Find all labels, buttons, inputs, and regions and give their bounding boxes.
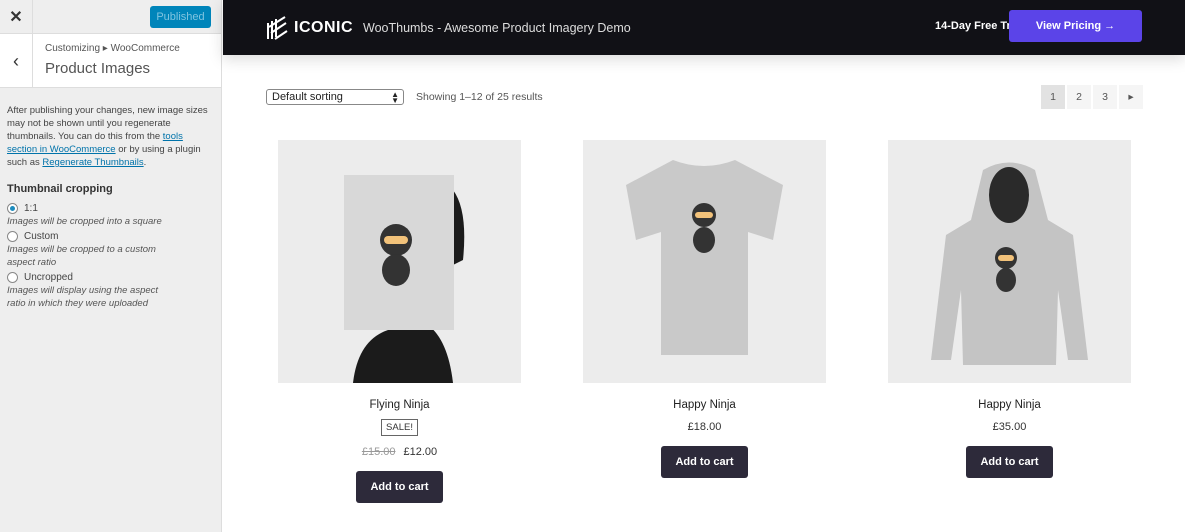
option-uncropped[interactable]: Uncropped	[7, 271, 214, 284]
notice: After publishing your changes, new image…	[7, 104, 214, 169]
site-title: WooThumbs - Awesome Product Imagery Demo	[363, 21, 631, 35]
view-pricing-button[interactable]: View Pricing →	[1009, 10, 1142, 42]
product-price: £35.00	[992, 421, 1027, 433]
add-to-cart-button[interactable]: Add to cart	[356, 471, 443, 503]
radio-button[interactable]	[7, 272, 18, 283]
sidebar-top-bar: ✕ Published	[0, 0, 221, 34]
radio-button[interactable]	[7, 203, 18, 214]
add-to-cart-button[interactable]: Add to cart	[966, 446, 1053, 478]
option-1-1[interactable]: 1:1	[7, 202, 214, 215]
option-desc: Images will be cropped to a custom aspec…	[7, 244, 156, 268]
section-header: ‹ Customizing ▸ WooCommerce Product Imag…	[0, 34, 221, 88]
product-price: £15.00 £12.00	[278, 446, 521, 458]
sort-value: Default sorting	[272, 91, 343, 103]
product-name[interactable]: Happy Ninja	[583, 399, 826, 411]
logo[interactable]: ICONIC WooThumbs - Awesome Product Image…	[266, 15, 631, 41]
preview: ICONIC WooThumbs - Awesome Product Image…	[223, 0, 1185, 532]
product-card: Happy Ninja £18.00 Add to cart	[583, 140, 826, 478]
option-label: Uncropped	[24, 272, 73, 283]
page-2[interactable]: 2	[1067, 85, 1091, 109]
old-price: £15.00	[361, 446, 396, 458]
next-page-icon[interactable]: ▸	[1119, 85, 1143, 109]
panel-title: Product Images	[45, 60, 151, 77]
option-desc: Images will be cropped into a square	[7, 216, 162, 227]
pagination: 1 2 3 ▸	[1041, 85, 1143, 109]
notice-text: .	[143, 157, 147, 168]
regenerate-link[interactable]: Regenerate Thumbnails	[42, 157, 143, 168]
back-icon[interactable]: ‹	[0, 34, 33, 88]
sale-badge: SALE!	[381, 419, 418, 436]
customizer-sidebar: ✕ Published ‹ Customizing ▸ WooCommerce …	[0, 0, 222, 532]
site-header: ICONIC WooThumbs - Awesome Product Image…	[223, 0, 1185, 55]
product-price: £18.00	[687, 421, 722, 433]
select-arrows-icon: ▲ ▼	[391, 90, 399, 105]
product-image[interactable]	[888, 140, 1131, 383]
product-image[interactable]	[278, 140, 521, 383]
radio-button[interactable]	[7, 231, 18, 242]
close-icon[interactable]: ✕	[0, 0, 33, 34]
section-title: Thumbnail cropping	[7, 183, 113, 195]
option-label: 1:1	[24, 203, 38, 214]
breadcrumb: Customizing ▸ WooCommerce	[45, 43, 180, 54]
page-3[interactable]: 3	[1093, 85, 1117, 109]
product-image[interactable]	[583, 140, 826, 383]
page-1[interactable]: 1	[1041, 85, 1065, 109]
result-count: Showing 1–12 of 25 results	[416, 91, 543, 103]
product-card: Flying Ninja SALE! £15.00 £12.00 Add to c…	[278, 140, 521, 503]
product-card: Happy Ninja £35.00 Add to cart	[888, 140, 1131, 478]
option-label: Custom	[24, 231, 59, 242]
brand-name: ICONIC	[294, 19, 353, 36]
option-custom[interactable]: Custom	[7, 230, 214, 243]
product-name[interactable]: Happy Ninja	[888, 399, 1131, 411]
product-name[interactable]: Flying Ninja	[278, 399, 521, 411]
sort-select[interactable]: Default sorting ▲ ▼	[266, 89, 404, 105]
add-to-cart-button[interactable]: Add to cart	[661, 446, 748, 478]
iconic-logo-icon	[267, 16, 288, 40]
option-desc: Images will display using the aspect rat…	[7, 285, 159, 309]
sale-price: £12.00	[403, 446, 438, 458]
publish-button[interactable]: Published	[150, 6, 211, 28]
